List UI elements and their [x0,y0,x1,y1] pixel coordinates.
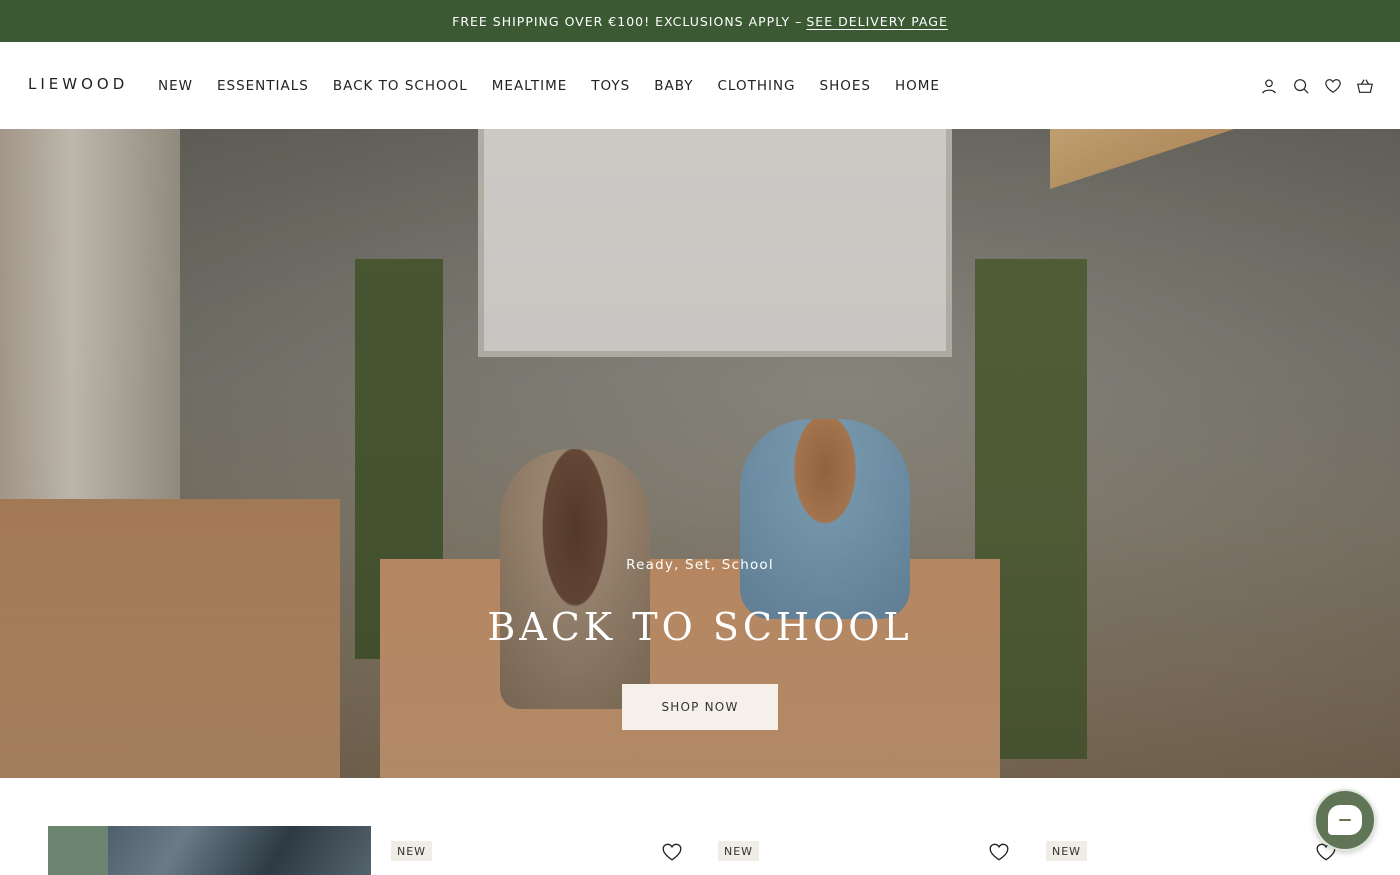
hero-content: Ready, Set, School BACK TO SCHOOL SHOP N… [0,129,1400,778]
shop-now-button[interactable]: SHOP NOW [622,684,778,730]
logo[interactable]: LIEWOOD [28,75,128,93]
hero-title: BACK TO SCHOOL [487,605,913,649]
chat-button[interactable] [1314,789,1376,851]
nav-item-baby[interactable]: BABY [654,78,693,94]
basket-icon[interactable] [1356,77,1374,95]
hero-eyebrow: Ready, Set, School [626,557,774,573]
new-badge: NEW [718,841,760,861]
wishlist-heart-icon[interactable] [1324,77,1342,95]
hero-banner[interactable]: Ready, Set, School BACK TO SCHOOL SHOP N… [0,129,1400,778]
delivery-page-link[interactable]: SEE DELIVERY PAGE [806,14,947,29]
nav-item-home[interactable]: HOME [895,78,940,94]
main-nav: NEW ESSENTIALS BACK TO SCHOOL MEALTIME T… [158,42,964,129]
wishlist-heart-icon[interactable] [661,841,683,863]
new-badge: NEW [391,841,433,861]
nav-item-shoes[interactable]: SHOES [820,78,871,94]
nav-item-toys[interactable]: TOYS [591,78,630,94]
chat-icon [1328,805,1362,835]
product-row: NEW NEW NEW [0,778,1400,875]
header-icons [1260,42,1374,129]
nav-item-new[interactable]: NEW [158,78,193,94]
site-header: LIEWOOD NEW ESSENTIALS BACK TO SCHOOL ME… [0,42,1400,129]
announcement-text: FREE SHIPPING OVER €100! EXCLUSIONS APPL… [452,13,803,29]
account-icon[interactable] [1260,77,1278,95]
search-icon[interactable] [1292,77,1310,95]
new-badge: NEW [1046,841,1088,861]
nav-item-mealtime[interactable]: MEALTIME [492,78,567,94]
wishlist-heart-icon[interactable] [988,841,1010,863]
product-image[interactable] [48,826,371,875]
announcement-bar: FREE SHIPPING OVER €100! EXCLUSIONS APPL… [0,0,1400,42]
nav-item-back-to-school[interactable]: BACK TO SCHOOL [333,78,468,94]
nav-item-clothing[interactable]: CLOTHING [717,78,795,94]
nav-item-essentials[interactable]: ESSENTIALS [217,78,309,94]
